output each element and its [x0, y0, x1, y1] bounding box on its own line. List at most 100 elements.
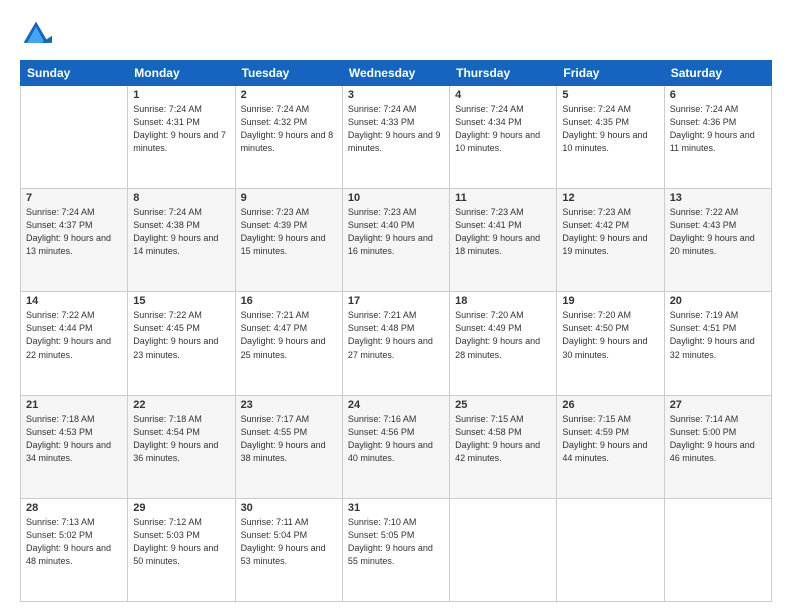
day-number: 5: [562, 89, 658, 101]
calendar-cell: 2 Sunrise: 7:24 AMSunset: 4:32 PMDaylight…: [235, 86, 342, 189]
day-info: Sunrise: 7:24 AMSunset: 4:38 PMDaylight:…: [133, 206, 229, 258]
header: [20, 18, 772, 50]
calendar-cell: 31 Sunrise: 7:10 AMSunset: 5:05 PMDayligh…: [342, 498, 449, 601]
calendar-cell: 1 Sunrise: 7:24 AMSunset: 4:31 PMDaylight…: [128, 86, 235, 189]
day-info: Sunrise: 7:24 AMSunset: 4:32 PMDaylight:…: [241, 103, 337, 155]
day-number: 12: [562, 192, 658, 204]
calendar-week-row: 14 Sunrise: 7:22 AMSunset: 4:44 PMDayligh…: [21, 292, 772, 395]
calendar-cell: 8Sunrise: 7:24 AMSunset: 4:38 PMDaylight…: [128, 189, 235, 292]
calendar-cell: 14 Sunrise: 7:22 AMSunset: 4:44 PMDayligh…: [21, 292, 128, 395]
calendar-table: SundayMondayTuesdayWednesdayThursdayFrid…: [20, 60, 772, 602]
calendar-cell: 16 Sunrise: 7:21 AMSunset: 4:47 PMDayligh…: [235, 292, 342, 395]
calendar-cell: 5 Sunrise: 7:24 AMSunset: 4:35 PMDaylight…: [557, 86, 664, 189]
day-number: 25: [455, 399, 551, 411]
day-number: 20: [670, 295, 766, 307]
calendar-col-friday: Friday: [557, 61, 664, 86]
day-info: Sunrise: 7:24 AMSunset: 4:35 PMDaylight:…: [562, 103, 658, 155]
day-number: 16: [241, 295, 337, 307]
calendar-cell: 13 Sunrise: 7:22 AMSunset: 4:43 PMDayligh…: [664, 189, 771, 292]
calendar-cell: 11 Sunrise: 7:23 AMSunset: 4:41 PMDayligh…: [450, 189, 557, 292]
calendar-col-saturday: Saturday: [664, 61, 771, 86]
day-info: Sunrise: 7:22 AMSunset: 4:44 PMDaylight:…: [26, 309, 122, 361]
day-info: Sunrise: 7:11 AMSunset: 5:04 PMDaylight:…: [241, 516, 337, 568]
day-number: 1: [133, 89, 229, 101]
calendar-cell: 12 Sunrise: 7:23 AMSunset: 4:42 PMDayligh…: [557, 189, 664, 292]
calendar-col-thursday: Thursday: [450, 61, 557, 86]
calendar-cell: 10 Sunrise: 7:23 AMSunset: 4:40 PMDayligh…: [342, 189, 449, 292]
calendar-cell: 24 Sunrise: 7:16 AMSunset: 4:56 PMDayligh…: [342, 395, 449, 498]
calendar-week-row: 7 Sunrise: 7:24 AMSunset: 4:37 PMDaylight…: [21, 189, 772, 292]
day-number: 7: [26, 192, 122, 204]
calendar-cell: 28 Sunrise: 7:13 AMSunset: 5:02 PMDayligh…: [21, 498, 128, 601]
day-info: Sunrise: 7:20 AMSunset: 4:49 PMDaylight:…: [455, 309, 551, 361]
day-info: Sunrise: 7:24 AMSunset: 4:36 PMDaylight:…: [670, 103, 766, 155]
calendar-col-tuesday: Tuesday: [235, 61, 342, 86]
day-number: 18: [455, 295, 551, 307]
logo-icon: [20, 18, 52, 50]
calendar-col-sunday: Sunday: [21, 61, 128, 86]
day-number: 11: [455, 192, 551, 204]
day-info: Sunrise: 7:23 AMSunset: 4:40 PMDaylight:…: [348, 206, 444, 258]
day-number: 6: [670, 89, 766, 101]
calendar-week-row: 28 Sunrise: 7:13 AMSunset: 5:02 PMDayligh…: [21, 498, 772, 601]
day-number: 15: [133, 295, 229, 307]
day-info: Sunrise: 7:15 AMSunset: 4:58 PMDaylight:…: [455, 413, 551, 465]
day-number: 19: [562, 295, 658, 307]
calendar-header-row: SundayMondayTuesdayWednesdayThursdayFrid…: [21, 61, 772, 86]
day-info: Sunrise: 7:16 AMSunset: 4:56 PMDaylight:…: [348, 413, 444, 465]
day-info: Sunrise: 7:17 AMSunset: 4:55 PMDaylight:…: [241, 413, 337, 465]
day-number: 29: [133, 502, 229, 514]
calendar-col-wednesday: Wednesday: [342, 61, 449, 86]
day-number: 30: [241, 502, 337, 514]
day-info: Sunrise: 7:18 AMSunset: 4:53 PMDaylight:…: [26, 413, 122, 465]
day-info: Sunrise: 7:23 AMSunset: 4:39 PMDaylight:…: [241, 206, 337, 258]
day-number: 27: [670, 399, 766, 411]
day-info: Sunrise: 7:19 AMSunset: 4:51 PMDaylight:…: [670, 309, 766, 361]
day-info: Sunrise: 7:13 AMSunset: 5:02 PMDaylight:…: [26, 516, 122, 568]
day-info: Sunrise: 7:14 AMSunset: 5:00 PMDaylight:…: [670, 413, 766, 465]
day-info: Sunrise: 7:20 AMSunset: 4:50 PMDaylight:…: [562, 309, 658, 361]
calendar-cell: 3 Sunrise: 7:24 AMSunset: 4:33 PMDaylight…: [342, 86, 449, 189]
day-number: 22: [133, 399, 229, 411]
calendar-cell: 18 Sunrise: 7:20 AMSunset: 4:49 PMDayligh…: [450, 292, 557, 395]
day-number: 31: [348, 502, 444, 514]
day-number: 21: [26, 399, 122, 411]
calendar-cell: 21 Sunrise: 7:18 AMSunset: 4:53 PMDayligh…: [21, 395, 128, 498]
day-number: 28: [26, 502, 122, 514]
day-number: 3: [348, 89, 444, 101]
day-number: 13: [670, 192, 766, 204]
day-number: 24: [348, 399, 444, 411]
day-number: 26: [562, 399, 658, 411]
day-info: Sunrise: 7:22 AMSunset: 4:43 PMDaylight:…: [670, 206, 766, 258]
calendar-cell: 22Sunrise: 7:18 AMSunset: 4:54 PMDayligh…: [128, 395, 235, 498]
calendar-col-monday: Monday: [128, 61, 235, 86]
calendar-cell: 26 Sunrise: 7:15 AMSunset: 4:59 PMDayligh…: [557, 395, 664, 498]
day-number: 10: [348, 192, 444, 204]
day-info: Sunrise: 7:22 AMSunset: 4:45 PMDaylight:…: [133, 309, 229, 361]
day-number: 23: [241, 399, 337, 411]
calendar-cell: 4Sunrise: 7:24 AMSunset: 4:34 PMDaylight…: [450, 86, 557, 189]
page: SundayMondayTuesdayWednesdayThursdayFrid…: [0, 0, 792, 612]
day-info: Sunrise: 7:12 AMSunset: 5:03 PMDaylight:…: [133, 516, 229, 568]
day-info: Sunrise: 7:24 AMSunset: 4:37 PMDaylight:…: [26, 206, 122, 258]
day-info: Sunrise: 7:24 AMSunset: 4:33 PMDaylight:…: [348, 103, 444, 155]
calendar-cell: [664, 498, 771, 601]
calendar-cell: [450, 498, 557, 601]
day-info: Sunrise: 7:23 AMSunset: 4:42 PMDaylight:…: [562, 206, 658, 258]
day-number: 2: [241, 89, 337, 101]
day-info: Sunrise: 7:23 AMSunset: 4:41 PMDaylight:…: [455, 206, 551, 258]
calendar-cell: [21, 86, 128, 189]
calendar-week-row: 1 Sunrise: 7:24 AMSunset: 4:31 PMDaylight…: [21, 86, 772, 189]
calendar-cell: 23 Sunrise: 7:17 AMSunset: 4:55 PMDayligh…: [235, 395, 342, 498]
calendar-cell: 17Sunrise: 7:21 AMSunset: 4:48 PMDayligh…: [342, 292, 449, 395]
calendar-cell: 6 Sunrise: 7:24 AMSunset: 4:36 PMDaylight…: [664, 86, 771, 189]
day-info: Sunrise: 7:15 AMSunset: 4:59 PMDaylight:…: [562, 413, 658, 465]
day-info: Sunrise: 7:24 AMSunset: 4:31 PMDaylight:…: [133, 103, 229, 155]
day-info: Sunrise: 7:10 AMSunset: 5:05 PMDaylight:…: [348, 516, 444, 568]
day-number: 17: [348, 295, 444, 307]
day-info: Sunrise: 7:21 AMSunset: 4:47 PMDaylight:…: [241, 309, 337, 361]
calendar-cell: 7 Sunrise: 7:24 AMSunset: 4:37 PMDaylight…: [21, 189, 128, 292]
day-number: 4: [455, 89, 551, 101]
calendar-cell: 15 Sunrise: 7:22 AMSunset: 4:45 PMDayligh…: [128, 292, 235, 395]
day-number: 14: [26, 295, 122, 307]
